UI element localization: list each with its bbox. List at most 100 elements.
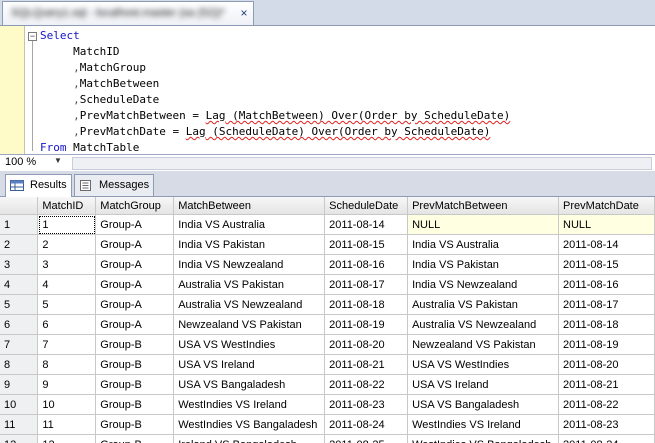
table-cell[interactable]: Group-A <box>95 254 175 275</box>
table-cell[interactable]: WestIndies VS Ireland <box>173 394 326 415</box>
row-number-cell[interactable]: 11 <box>0 414 39 435</box>
table-cell[interactable]: WestIndies VS Ireland <box>407 414 560 435</box>
row-number-cell[interactable]: 5 <box>0 294 39 315</box>
table-cell[interactable]: 6 <box>37 314 97 335</box>
table-cell[interactable]: 2011-08-21 <box>558 374 655 395</box>
table-cell[interactable]: 2011-08-17 <box>558 294 655 315</box>
table-cell[interactable]: India VS Pakistan <box>173 234 326 255</box>
table-cell[interactable]: 2011-08-14 <box>558 234 655 255</box>
table-cell[interactable]: Newzealand VS Pakistan <box>407 334 560 355</box>
column-header[interactable]: MatchID <box>37 197 97 215</box>
sql-editor[interactable]: − Select MatchID ,MatchGroup ,MatchBetwe… <box>0 26 655 154</box>
table-cell[interactable]: India VS Australia <box>407 234 560 255</box>
table-cell[interactable]: 2011-08-14 <box>324 214 409 235</box>
code-line[interactable]: ,ScheduleDate <box>40 92 159 108</box>
table-cell[interactable]: 2011-08-24 <box>558 434 655 443</box>
table-row[interactable]: 3 3 Group-A India VS Newzealand 2011-08-16 In… <box>0 254 655 275</box>
table-cell[interactable]: 2 <box>37 234 97 255</box>
table-row[interactable]: 1 1 Group-A India VS Australia 2011-08-14 NUL… <box>0 214 655 235</box>
column-header[interactable]: MatchBetween <box>173 197 326 215</box>
table-cell[interactable]: 2011-08-22 <box>558 394 655 415</box>
code-line[interactable]: MatchID <box>40 44 119 60</box>
row-number-cell[interactable]: 8 <box>0 354 39 375</box>
code-line[interactable]: ,PrevMatchDate = Lag (ScheduleDate) Over… <box>40 124 490 140</box>
table-cell[interactable]: 2011-08-24 <box>324 414 409 435</box>
table-row[interactable]: 6 6 Group-A Newzealand VS Pakistan 2011-08-1… <box>0 314 655 335</box>
table-cell[interactable]: Group-A <box>95 314 175 335</box>
table-cell[interactable]: Australia VS Newzealand <box>407 314 560 335</box>
row-number-cell[interactable]: 6 <box>0 314 39 335</box>
table-cell[interactable]: India VS Australia <box>173 214 326 235</box>
table-cell[interactable]: 2011-08-22 <box>324 374 409 395</box>
results-grid[interactable]: MatchID MatchGroup MatchBetween ScheduleDat… <box>0 197 655 443</box>
table-cell[interactable]: 2011-08-25 <box>324 434 409 443</box>
table-cell[interactable]: 3 <box>37 254 97 275</box>
table-cell[interactable]: 2011-08-20 <box>324 334 409 355</box>
table-cell[interactable]: USA VS Bangaladesh <box>407 394 560 415</box>
table-cell[interactable]: Group-B <box>95 334 175 355</box>
table-row[interactable]: 2 2 Group-A India VS Pakistan 2011-08-15 Indi… <box>0 234 655 255</box>
table-cell[interactable]: 10 <box>37 394 97 415</box>
table-cell[interactable]: 2011-08-20 <box>558 354 655 375</box>
table-cell[interactable]: 2011-08-18 <box>558 314 655 335</box>
tab-messages[interactable]: Messages <box>74 174 154 196</box>
table-cell[interactable]: Group-B <box>95 414 175 435</box>
table-cell[interactable]: NULL <box>558 214 655 235</box>
table-cell[interactable]: 2011-08-15 <box>558 254 655 275</box>
table-cell[interactable]: 2011-08-23 <box>558 414 655 435</box>
table-cell[interactable]: India VS Newzealand <box>407 274 560 295</box>
table-cell[interactable]: USA VS WestIndies <box>173 334 326 355</box>
column-header[interactable]: PrevMatchDate <box>558 197 655 215</box>
code-line[interactable]: ,PrevMatchBetween = Lag (MatchBetween) O… <box>40 108 510 124</box>
column-header[interactable]: PrevMatchBetween <box>407 197 560 215</box>
table-cell[interactable]: Group-B <box>95 434 175 443</box>
close-icon[interactable]: × <box>237 6 251 20</box>
table-cell[interactable]: Group-A <box>95 294 175 315</box>
code-line[interactable]: ,MatchGroup <box>40 60 146 76</box>
table-cell[interactable]: 7 <box>37 334 97 355</box>
table-row[interactable]: 1212Group-BIreland VS Bangaladesh2011-08… <box>0 434 655 443</box>
row-number-cell[interactable]: 10 <box>0 394 39 415</box>
table-row[interactable]: 10 10 Group-B WestIndies VS Ireland 2011-08-… <box>0 394 655 415</box>
table-cell[interactable]: India VS Newzealand <box>173 254 326 275</box>
row-number-cell[interactable]: 2 <box>0 234 39 255</box>
row-number-cell[interactable]: 12 <box>0 434 39 443</box>
table-cell[interactable]: Group-B <box>95 374 175 395</box>
query-document-tab[interactable]: SQLQuery1.sql - localhost.master (sa (52… <box>2 1 254 25</box>
table-cell[interactable]: Group-A <box>95 234 175 255</box>
table-row[interactable]: 8 8 Group-B USA VS Ireland 2011-08-21 USA VS … <box>0 354 655 375</box>
table-cell[interactable]: USA VS WestIndies <box>407 354 560 375</box>
code-line[interactable]: ,MatchBetween <box>40 76 159 92</box>
table-cell[interactable]: 4 <box>37 274 97 295</box>
table-cell[interactable]: Group-A <box>95 274 175 295</box>
table-cell[interactable]: 9 <box>37 374 97 395</box>
table-cell[interactable]: Newzealand VS Pakistan <box>173 314 326 335</box>
table-cell[interactable]: 8 <box>37 354 97 375</box>
table-cell[interactable]: 1 <box>37 214 97 235</box>
table-cell[interactable]: Ireland VS Bangaladesh <box>173 434 326 443</box>
row-number-cell[interactable]: 7 <box>0 334 39 355</box>
column-header[interactable]: MatchGroup <box>95 197 175 215</box>
table-cell[interactable]: 2011-08-19 <box>558 334 655 355</box>
table-cell[interactable]: 5 <box>37 294 97 315</box>
table-cell[interactable]: 2011-08-18 <box>324 294 409 315</box>
table-cell[interactable]: WestIndies VS Bangaladesh <box>407 434 560 443</box>
collapse-icon[interactable]: − <box>28 32 37 41</box>
table-row[interactable]: 11 11 Group-B WestIndies VS Bangaladesh 2011… <box>0 414 655 435</box>
row-number-cell[interactable]: 1 <box>0 214 39 235</box>
tab-results[interactable]: Results <box>5 174 72 197</box>
table-row[interactable]: 4 4 Group-A Australia VS Pakistan 2011-08-17… <box>0 274 655 295</box>
table-cell[interactable]: 2011-08-21 <box>324 354 409 375</box>
code-line[interactable]: From MatchTable <box>40 140 139 154</box>
table-cell[interactable]: 2011-08-23 <box>324 394 409 415</box>
code-line[interactable]: Select <box>40 28 80 44</box>
table-cell[interactable]: India VS Pakistan <box>407 254 560 275</box>
table-cell[interactable]: Australia VS Pakistan <box>173 274 326 295</box>
table-cell[interactable]: 12 <box>37 434 97 443</box>
table-cell[interactable]: Group-A <box>95 214 175 235</box>
table-cell[interactable]: NULL <box>407 214 560 235</box>
table-cell[interactable]: USA VS Ireland <box>173 354 326 375</box>
table-row[interactable]: 7 7 Group-B USA VS WestIndies 2011-08-20 Newz… <box>0 334 655 355</box>
table-cell[interactable]: Australia VS Pakistan <box>407 294 560 315</box>
row-number-cell[interactable]: 9 <box>0 374 39 395</box>
